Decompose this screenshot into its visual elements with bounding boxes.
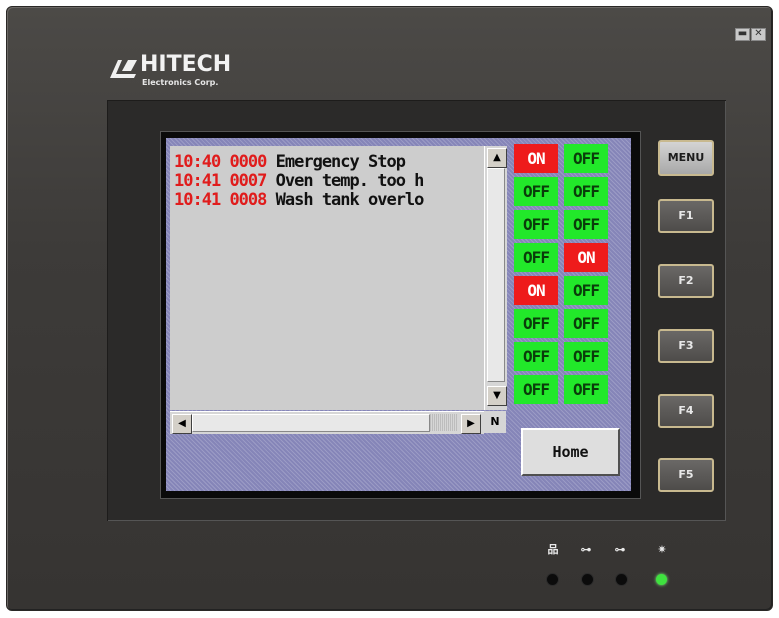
- scroll-corner-n: N: [484, 411, 506, 433]
- scroll-track[interactable]: [430, 414, 458, 431]
- f1-key[interactable]: F1: [658, 199, 714, 233]
- alarm-row[interactable]: 10:40 0000 Emergency Stop: [174, 152, 484, 172]
- minimize-button[interactable]: ▬: [735, 28, 750, 41]
- toggle-switch[interactable]: ON: [514, 276, 558, 305]
- horizontal-scroll-thumb[interactable]: [192, 414, 430, 432]
- alarm-code: 0008: [229, 190, 267, 210]
- toggle-switch[interactable]: OFF: [514, 342, 558, 371]
- vertical-scroll-thumb[interactable]: [487, 168, 505, 382]
- alarm-message: Emergency Stop: [275, 152, 406, 172]
- key-icon: ⊶: [580, 543, 592, 556]
- alarm-code: 0000: [229, 152, 267, 172]
- toggle-switch[interactable]: OFF: [564, 276, 608, 305]
- toggle-switch[interactable]: OFF: [564, 210, 608, 239]
- power-light-icon: ✷: [657, 543, 667, 556]
- toggle-switch[interactable]: OFF: [514, 309, 558, 338]
- toggle-switch[interactable]: OFF: [564, 342, 608, 371]
- alarm-row[interactable]: 10:41 0008 Wash tank overlo: [174, 190, 484, 210]
- toggle-switch[interactable]: OFF: [564, 177, 608, 206]
- alarm-code: 0007: [229, 171, 267, 191]
- alarm-list[interactable]: 10:40 0000 Emergency Stop 10:41 0007 Ove…: [170, 146, 484, 410]
- close-button[interactable]: ✕: [751, 28, 766, 41]
- toggle-switch[interactable]: OFF: [514, 210, 558, 239]
- f5-key[interactable]: F5: [658, 458, 714, 492]
- status-led-network: [547, 574, 558, 585]
- alarm-message: Oven temp. too h: [275, 171, 425, 191]
- toggle-switch[interactable]: OFF: [514, 375, 558, 404]
- alarm-time: 10:41: [174, 190, 221, 210]
- vertical-scrollbar[interactable]: ▲ ▼: [484, 146, 507, 410]
- scroll-left-button[interactable]: ◀: [172, 414, 192, 434]
- scroll-up-button[interactable]: ▲: [487, 148, 507, 168]
- brand-name: HITECH: [140, 52, 232, 77]
- toggle-switch[interactable]: ON: [564, 243, 608, 272]
- status-led-key-2: [616, 574, 627, 585]
- network-icon: 品: [547, 543, 559, 556]
- alarm-row[interactable]: 10:41 0007 Oven temp. too h: [174, 171, 484, 191]
- status-led-key-1: [582, 574, 593, 585]
- alarm-time: 10:40: [174, 152, 221, 172]
- toggle-switch[interactable]: OFF: [564, 309, 608, 338]
- toggle-switch[interactable]: OFF: [514, 177, 558, 206]
- f3-key[interactable]: F3: [658, 329, 714, 363]
- scroll-down-button[interactable]: ▼: [487, 386, 507, 406]
- key-icon: ⊶: [614, 543, 626, 556]
- scroll-right-button[interactable]: ▶: [461, 414, 481, 434]
- f2-key[interactable]: F2: [658, 264, 714, 298]
- status-led-power: [656, 574, 667, 585]
- horizontal-scrollbar[interactable]: ◀ ▶: [170, 411, 484, 434]
- alarm-message: Wash tank overlo: [275, 190, 425, 210]
- toggle-switch[interactable]: OFF: [564, 375, 608, 404]
- toggle-switch[interactable]: OFF: [564, 144, 608, 173]
- f4-key[interactable]: F4: [658, 394, 714, 428]
- toggle-switch[interactable]: ON: [514, 144, 558, 173]
- toggle-switch[interactable]: OFF: [514, 243, 558, 272]
- brand-subtitle: Electronics Corp.: [142, 78, 219, 87]
- alarm-time: 10:41: [174, 171, 221, 191]
- menu-key[interactable]: MENU: [658, 140, 714, 176]
- home-button[interactable]: Home: [521, 428, 620, 476]
- hitech-logo-icon: [110, 60, 137, 78]
